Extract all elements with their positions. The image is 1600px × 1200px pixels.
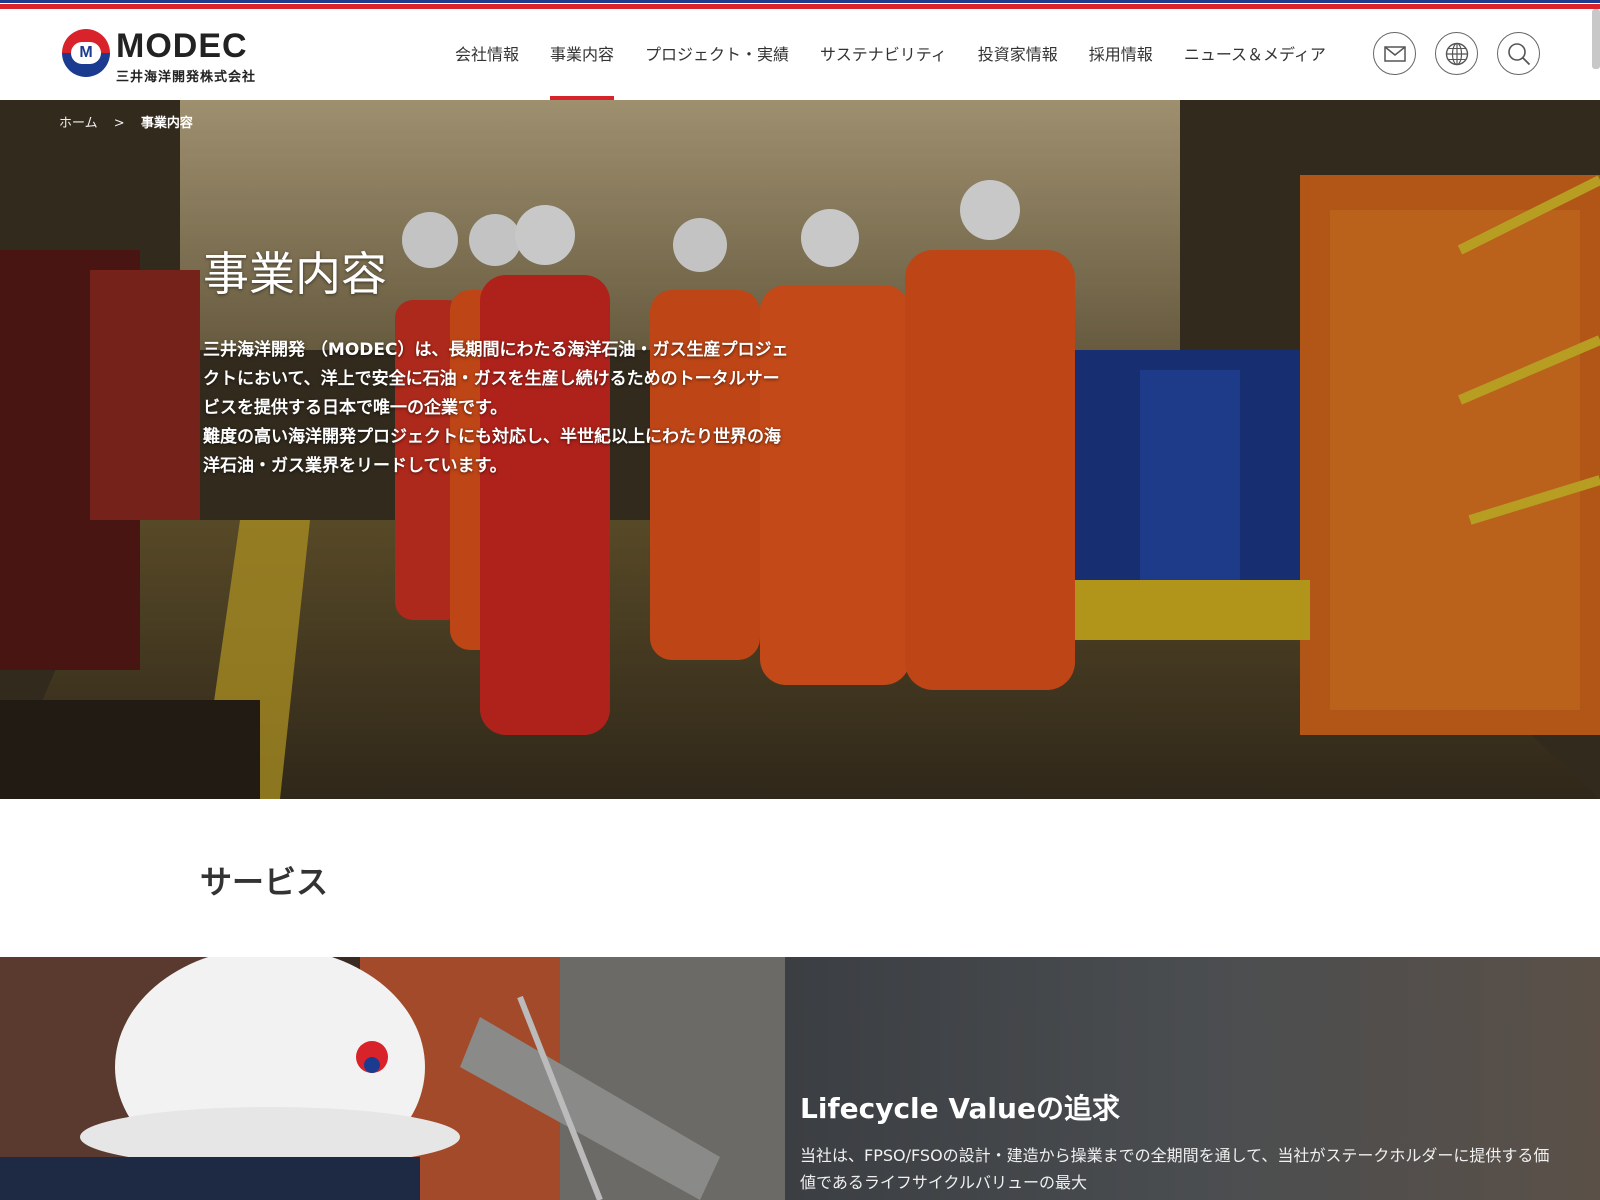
scrollbar-thumb[interactable] — [1592, 9, 1600, 69]
logo-mark-letter: M — [71, 42, 101, 64]
search-icon[interactable] — [1497, 32, 1540, 75]
page-title: 事業内容 — [203, 247, 387, 301]
nav-projects[interactable]: プロジェクト・実績 — [645, 9, 789, 100]
breadcrumb: ホーム > 事業内容 — [59, 112, 193, 131]
nav-careers[interactable]: 採用情報 — [1089, 9, 1153, 100]
top-brand-stripe — [0, 0, 1600, 9]
services-heading: サービス — [200, 863, 329, 901]
hero-intro-paragraph-2: 難度の高い海洋開発プロジェクトにも対応し、半世紀以上にわたり世界の海洋石油・ガス… — [203, 427, 781, 476]
breadcrumb-home-link[interactable]: ホーム — [59, 116, 98, 131]
nav-news-media[interactable]: ニュース＆メディア — [1184, 9, 1326, 100]
globe-icon[interactable] — [1435, 32, 1478, 75]
hero-intro: 三井海洋開発 （MODEC）は、長期間にわたる海洋石油・ガス生産プロジェクトにお… — [203, 336, 793, 481]
lifecycle-description: 当社は、FPSO/FSOの設計・建造から操業までの全期間を通して、当社がステーク… — [800, 1146, 1550, 1192]
hero-section: ホーム > 事業内容 事業内容 三井海洋開発 （MODEC）は、長期間にわたる海… — [0, 100, 1600, 799]
nav-investors[interactable]: 投資家情報 — [978, 9, 1058, 100]
nav-sustainability[interactable]: サステナビリティ — [820, 9, 947, 100]
breadcrumb-separator: > — [113, 116, 125, 131]
main-navigation: 会社情報 事業内容 プロジェクト・実績 サステナビリティ 投資家情報 採用情報 … — [455, 9, 1357, 100]
mail-icon[interactable] — [1373, 32, 1416, 75]
hero-intro-paragraph-1: 三井海洋開発 （MODEC）は、長期間にわたる海洋石油・ガス生産プロジェクトにお… — [203, 340, 789, 418]
lifecycle-title: Lifecycle Valueの追求 — [800, 1092, 1120, 1125]
lifecycle-photo-worker — [0, 957, 790, 1200]
lifecycle-value-section: Lifecycle Valueの追求 当社は、FPSO/FSOの設計・建造から操… — [0, 957, 1600, 1200]
logo-wordmark: MODEC — [116, 27, 248, 65]
breadcrumb-current: 事業内容 — [140, 116, 193, 131]
modec-logo[interactable]: M MODEC 三井海洋開発株式会社 — [62, 21, 282, 87]
nav-business[interactable]: 事業内容 — [550, 9, 615, 100]
nav-company-info[interactable]: 会社情報 — [455, 9, 519, 100]
header-icon-group — [1373, 32, 1540, 75]
modec-logo-mark-icon: M — [62, 29, 110, 77]
logo-company-name: 三井海洋開発株式会社 — [116, 70, 257, 85]
site-header: M MODEC 三井海洋開発株式会社 会社情報 事業内容 プロジェクト・実績 サ… — [0, 9, 1600, 100]
